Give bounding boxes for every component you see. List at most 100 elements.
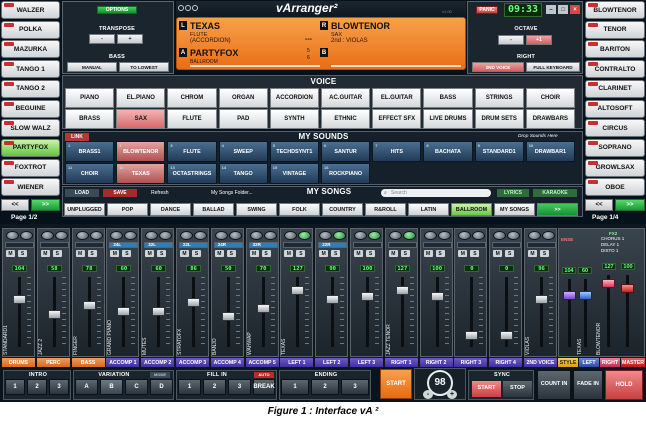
fill-in-button[interactable]: 1 [178, 379, 201, 395]
mute-button[interactable]: M [458, 250, 468, 257]
mute-button[interactable]: M [249, 250, 259, 257]
intro-button[interactable]: 3 [49, 379, 69, 395]
reverb-knob-icon[interactable] [472, 231, 486, 240]
reverb-knob-icon[interactable] [159, 231, 173, 240]
variation-button[interactable]: B [100, 379, 123, 395]
sound-slot[interactable]: 2 BLOWTENOR [116, 141, 166, 162]
variation-button[interactable]: D [150, 379, 173, 395]
minimize-icon[interactable]: – [546, 5, 556, 14]
solo-button[interactable]: S [18, 250, 27, 257]
voice-button[interactable]: STRINGS [474, 88, 524, 108]
left-style-item[interactable]: TANGO 1 [1, 60, 60, 79]
sound-slot[interactable]: 1 BRASS1 [65, 141, 115, 162]
mute-button[interactable]: M [284, 250, 294, 257]
sound-slot[interactable]: 14 TANGO [218, 163, 268, 184]
sound-slot[interactable]: 7 HITS [372, 141, 422, 162]
voice-button[interactable]: ACCORDION [269, 88, 319, 108]
fader-handle[interactable] [430, 292, 444, 301]
bass-manual-button[interactable]: MANUAL [67, 62, 117, 72]
voice-button[interactable]: ORGAN [218, 88, 268, 108]
songs-search-input[interactable]: ⌕ Search [381, 189, 491, 197]
song-genre-button[interactable]: LATIN [408, 203, 449, 216]
close-icon[interactable]: × [570, 5, 580, 14]
solo-button[interactable]: S [226, 250, 236, 257]
sound-slot[interactable]: 12 TEXAS [116, 163, 166, 184]
reverb-knob-icon[interactable] [437, 231, 451, 240]
reverb-knob-icon[interactable] [368, 231, 381, 240]
right-style-item[interactable]: SOPRANO [585, 138, 645, 157]
mute-button[interactable]: M [388, 250, 398, 257]
mute-button[interactable]: M [145, 250, 155, 257]
solo-button[interactable]: S [435, 250, 445, 257]
fader-handle[interactable] [465, 331, 479, 340]
start-button[interactable]: START [380, 369, 412, 399]
full-keyboard-button[interactable]: FULL KEYBOARD [526, 62, 580, 72]
intro-button[interactable]: 1 [5, 379, 25, 395]
voice-button[interactable]: CHOIR [525, 88, 575, 108]
fader-handle[interactable] [13, 295, 26, 304]
song-genre-button[interactable]: DANCE [150, 203, 191, 216]
fader-handle[interactable] [187, 298, 200, 307]
voice-button[interactable]: EFFECT SFX [372, 109, 422, 129]
pan-knob-icon[interactable] [75, 231, 89, 240]
lyrics-button[interactable]: LYRICS [497, 189, 529, 197]
pan-knob-icon[interactable] [145, 231, 159, 240]
fader-handle[interactable] [256, 304, 270, 313]
sound-slot[interactable]: 10 DRAWBAR1 [525, 141, 575, 162]
left-style-item[interactable]: TANGO 2 [1, 79, 60, 98]
mute-button[interactable]: M [75, 250, 85, 257]
voice-button[interactable]: PIANO [65, 88, 115, 108]
pan-knob-icon[interactable] [388, 231, 402, 240]
right-style-item[interactable]: TENOR [585, 20, 645, 39]
mute-button[interactable]: M [110, 250, 120, 257]
voice-button[interactable]: FLUTE [167, 109, 217, 129]
count-in-button[interactable]: COUNT IN [537, 370, 571, 400]
fader-handle[interactable] [82, 301, 96, 310]
mute-button[interactable]: M [319, 250, 329, 257]
song-genre-button[interactable]: BALLAD [193, 203, 234, 216]
mute-button[interactable]: M [214, 250, 224, 257]
song-genre-button[interactable]: UNPLUGGED [64, 203, 105, 216]
pan-knob-icon[interactable] [249, 231, 263, 240]
sound-slot[interactable]: 15 VINTAGE [269, 163, 319, 184]
sound-slot[interactable]: 8 BACHATA [423, 141, 473, 162]
karaoke-button[interactable]: KARAOKE [533, 189, 577, 197]
solo-button[interactable]: S [400, 250, 410, 257]
fader-handle[interactable] [395, 286, 409, 295]
right-next-button[interactable]: >> [615, 199, 645, 211]
songs-folder-link[interactable]: My Songs Folder... [211, 190, 253, 196]
voice-button[interactable]: ETHNIC [321, 109, 371, 129]
pan-knob-icon[interactable] [6, 231, 19, 240]
pan-knob-icon[interactable] [110, 231, 124, 240]
pan-knob-icon[interactable] [180, 231, 193, 240]
reverb-knob-icon[interactable] [124, 231, 138, 240]
left-style-item[interactable]: MAZURKA [1, 40, 60, 59]
song-genre-button[interactable]: BALLROOM [451, 203, 492, 216]
songs-refresh-link[interactable]: Refresh [151, 190, 169, 196]
reverb-knob-icon[interactable] [402, 231, 416, 240]
master-fader-handle[interactable] [621, 284, 634, 293]
reverb-knob-icon[interactable] [54, 231, 68, 240]
fader-handle[interactable] [117, 307, 131, 316]
variation-button[interactable]: C [125, 379, 148, 395]
voice-button[interactable]: EL.PIANO [116, 88, 166, 108]
voice-button[interactable]: BASS [423, 88, 473, 108]
sync-stop-button[interactable]: STOP [503, 381, 532, 397]
tempo-minus-button[interactable]: - [423, 390, 433, 399]
right-style-item[interactable]: CONTRALTO [585, 60, 645, 79]
tempo-plus-button[interactable]: + [447, 390, 457, 399]
mute-button[interactable]: M [528, 250, 537, 257]
solo-button[interactable]: S [505, 250, 515, 257]
pan-knob-icon[interactable] [284, 231, 298, 240]
left-style-item[interactable]: POLKA [1, 20, 60, 39]
right-fader-handle[interactable] [602, 279, 615, 288]
variation-button[interactable]: A [75, 379, 98, 395]
left-style-item[interactable]: PARTYFOX [1, 138, 60, 157]
panic-button[interactable]: PANIC [476, 6, 498, 14]
mute-button[interactable]: M [6, 250, 15, 257]
bass-to-lowest-button[interactable]: TO LOWEST [119, 62, 169, 72]
reverb-knob-icon[interactable] [298, 231, 312, 240]
solo-button[interactable]: S [366, 250, 375, 257]
intro-button[interactable]: 2 [27, 379, 47, 395]
solo-button[interactable]: S [540, 250, 549, 257]
